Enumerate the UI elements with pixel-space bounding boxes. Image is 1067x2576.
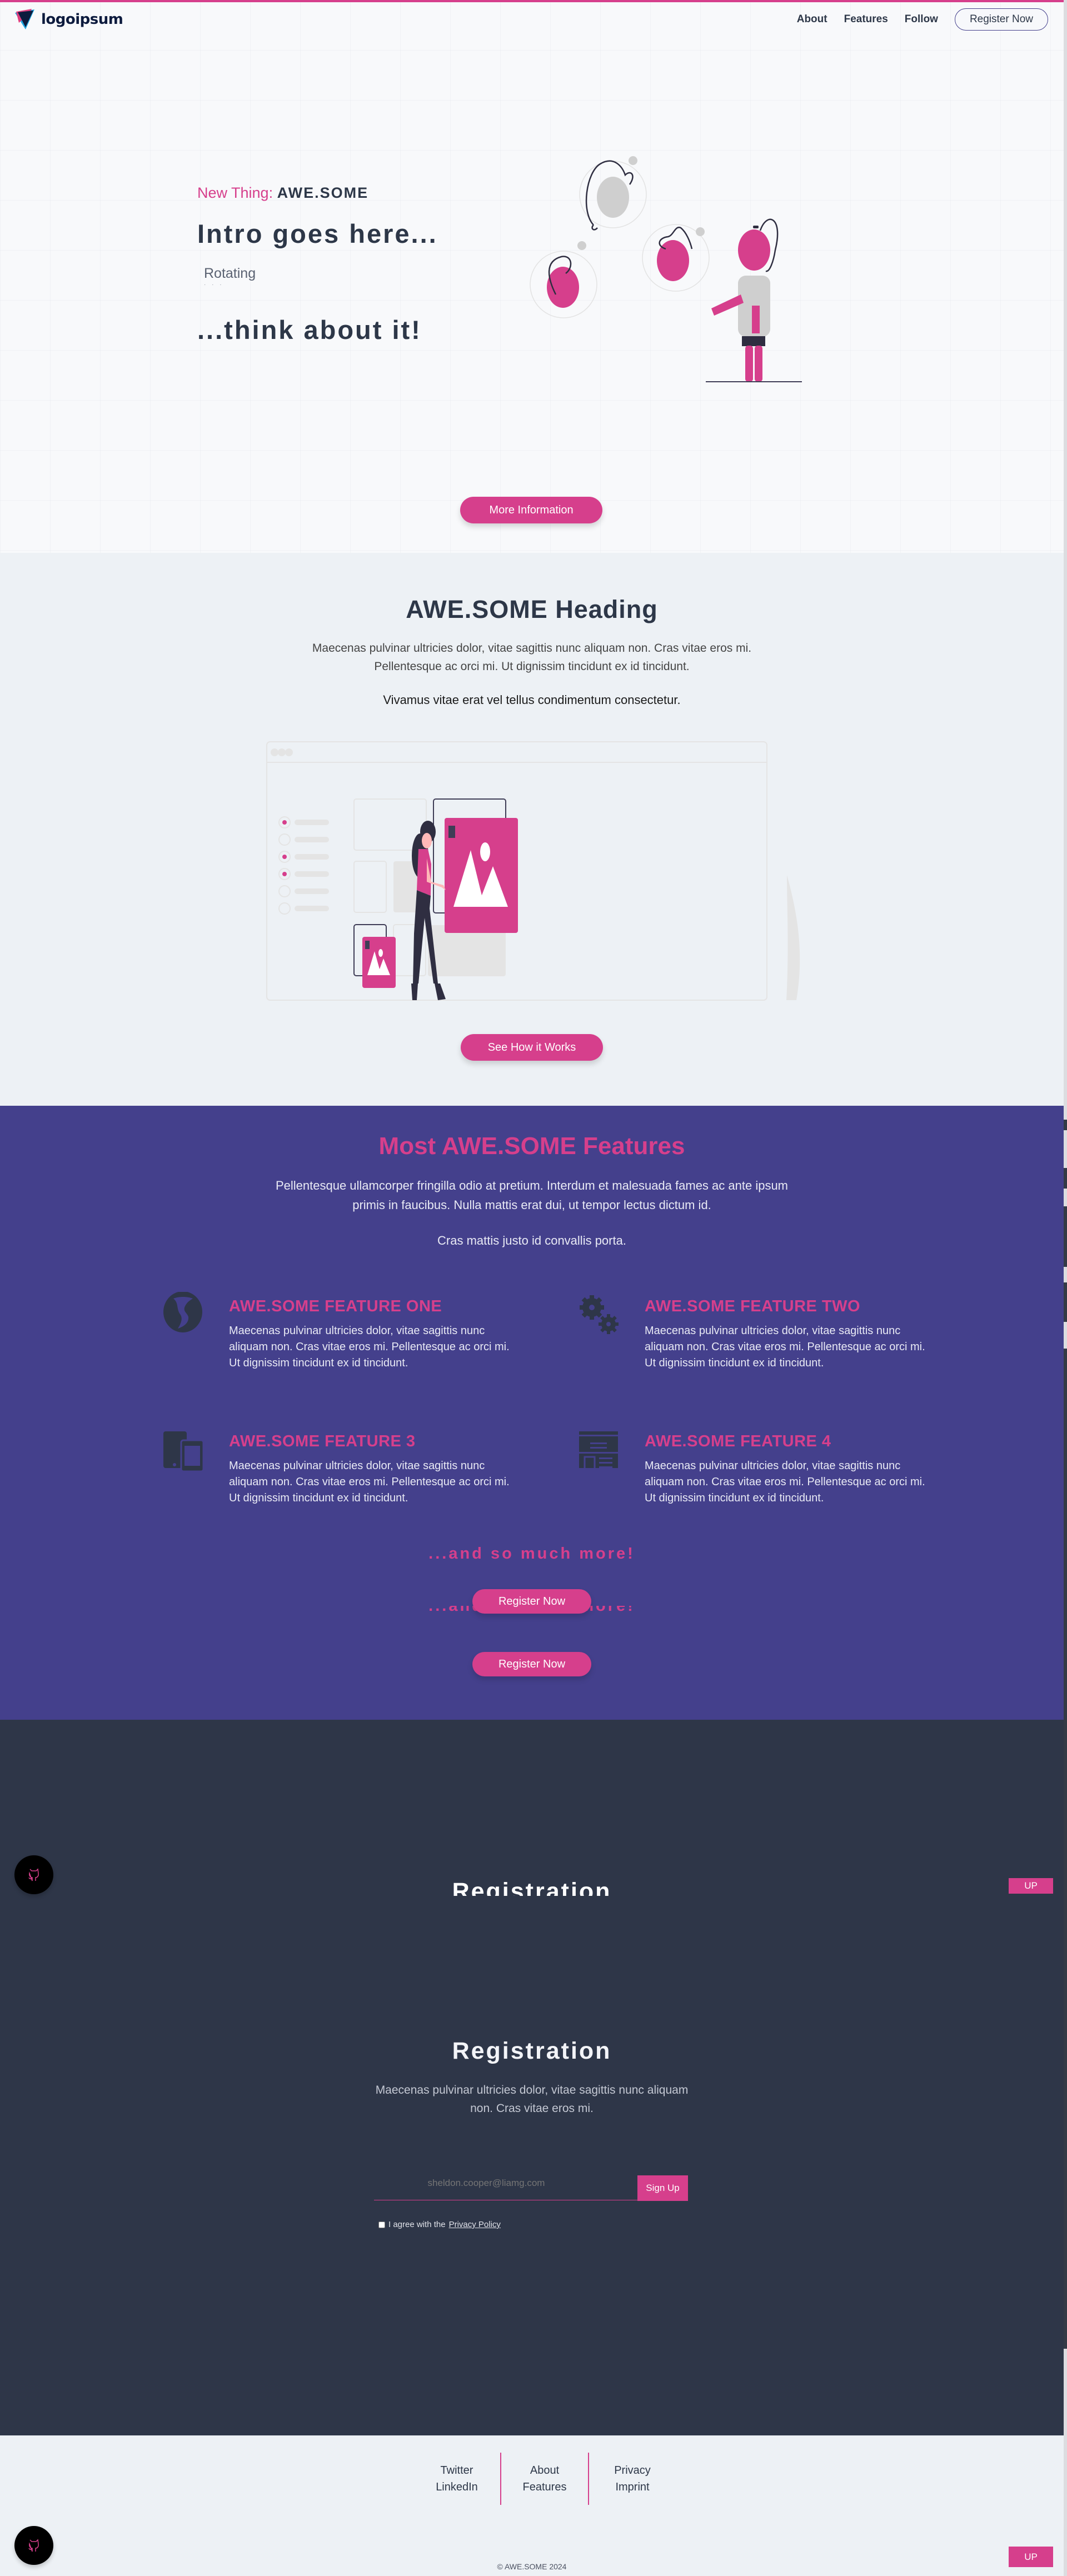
- intro-lead-line-2: Pellentesque ac orci mi. Ut dignissim ti…: [374, 660, 690, 673]
- registration-ghost-text: Registration: [452, 1878, 612, 1896]
- features-lead: Pellentesque ullamcorper fringilla odio …: [0, 1176, 1064, 1215]
- header-register-button[interactable]: Register Now: [954, 8, 1048, 31]
- nav-follow[interactable]: Follow: [905, 13, 938, 26]
- footer-column-site: About Features: [501, 2453, 588, 2505]
- footer-columns: Twitter LinkedIn About Features Privacy …: [413, 2453, 676, 2505]
- browser-illustration: [266, 741, 800, 1001]
- newspaper-icon: [579, 1431, 618, 1471]
- option-list: [278, 816, 329, 915]
- nav-features[interactable]: Features: [844, 13, 888, 26]
- registration-section: Registration Registration Maecenas pulvi…: [0, 1720, 1064, 2435]
- hero-text: New Thing: AWE.SOME Intro goes here... R…: [197, 184, 438, 345]
- rotating-text: Rotating: [204, 266, 256, 281]
- copyright: © AWE.SOME 2024: [497, 2562, 567, 2571]
- site-header: logoipsum About Features Follow Register…: [0, 2, 1064, 37]
- github-button[interactable]: [14, 1855, 53, 1894]
- registration-ghost-heading: Registration: [0, 1878, 1064, 1896]
- logo-text: logoipsum: [41, 11, 123, 28]
- rotating-dots: · · ·: [204, 282, 224, 288]
- features-sub: Cras mattis justo id convallis porta.: [437, 1234, 626, 1247]
- footer-link-privacy[interactable]: Privacy: [614, 2462, 651, 2479]
- site-footer: Twitter LinkedIn About Features Privacy …: [0, 2435, 1064, 2576]
- scroll-up-button[interactable]: UP: [1009, 1878, 1053, 1894]
- feature-text: Maecenas pulvinar ultricies dolor, vitae…: [645, 1460, 925, 1504]
- feature-title: AWE.SOME FEATURE TWO: [645, 1297, 861, 1315]
- hero-title: Intro goes here...: [197, 219, 438, 248]
- feature-text: Maecenas pulvinar ultricies dolor, vitae…: [229, 1460, 510, 1504]
- email-input[interactable]: [420, 2170, 642, 2196]
- feature-text: Maecenas pulvinar ultricies dolor, vitae…: [229, 1325, 510, 1369]
- sign-up-button[interactable]: Sign Up: [637, 2175, 688, 2201]
- register-now-button[interactable]: Register Now: [472, 1589, 591, 1614]
- register-now-button-secondary[interactable]: Register Now: [472, 1652, 591, 1676]
- intro-sub: Vivamus vitae erat vel tellus condimentu…: [383, 693, 681, 707]
- standing-person: [706, 218, 802, 382]
- see-how-it-works-button[interactable]: See How it Works: [461, 1034, 603, 1061]
- hero-eyebrow: New Thing: AWE.SOME: [197, 184, 438, 202]
- avatar-bubble-center: [642, 224, 710, 292]
- more-information-button[interactable]: More Information: [460, 497, 602, 523]
- registration-lead: Maecenas pulvinar ultricies dolor, vitae…: [0, 2081, 1064, 2118]
- nav-about[interactable]: About: [797, 13, 827, 26]
- large-image-card: [445, 818, 518, 933]
- footer-link-linkedin[interactable]: LinkedIn: [436, 2479, 478, 2495]
- avatar-bubble-left: [530, 241, 597, 318]
- hero-subtitle: ...think about it!: [197, 315, 422, 345]
- footer-column-legal: Privacy Imprint: [589, 2453, 676, 2505]
- footer-column-social: Twitter LinkedIn: [413, 2453, 500, 2505]
- hero-section: New Thing: AWE.SOME Intro goes here... R…: [0, 0, 1064, 553]
- features-heading: Most AWE.SOME Features: [378, 1132, 685, 1160]
- footer-link-twitter[interactable]: Twitter: [441, 2462, 473, 2479]
- feature-title: AWE.SOME FEATURE 3: [229, 1432, 416, 1450]
- feature-title: AWE.SOME FEATURE ONE: [229, 1297, 442, 1315]
- feature-text: Maecenas pulvinar ultricies dolor, vitae…: [645, 1325, 925, 1369]
- intro-lead: Maecenas pulvinar ultricies dolor, vitae…: [0, 639, 1064, 676]
- intro-heading: AWE.SOME Heading: [406, 595, 658, 623]
- registration-lead-line-1: Maecenas pulvinar ultricies dolor, vitae…: [375, 2084, 689, 2096]
- logo[interactable]: logoipsum: [13, 7, 123, 32]
- page: New Thing: AWE.SOME Intro goes here... R…: [0, 0, 1067, 2576]
- main-nav: About Features Follow Register Now: [797, 8, 1048, 31]
- intro-section: AWE.SOME Heading Maecenas pulvinar ultri…: [0, 553, 1064, 1106]
- features-section: Most AWE.SOME Features Pellentesque ulla…: [0, 1106, 1064, 1720]
- avatar-bubble-grey: [579, 156, 647, 231]
- eyebrow-brand: AWE.SOME: [277, 184, 369, 201]
- footer-link-imprint[interactable]: Imprint: [615, 2479, 649, 2495]
- privacy-agree: I agree with the Privacy Policy: [378, 2220, 501, 2229]
- gears-icon: [580, 1295, 619, 1334]
- hero-illustration: [530, 156, 802, 382]
- registration-lead-line-2: non. Cras vitae eros mi.: [470, 2102, 594, 2115]
- logo-icon: [15, 9, 34, 29]
- and-so-much-more-text: ...and so much more!: [428, 1545, 635, 1562]
- features-lead-line-2: primis in faucibus. Nulla mattis erat du…: [352, 1198, 711, 1212]
- github-icon: [28, 1868, 39, 1881]
- privacy-checkbox[interactable]: [378, 2221, 385, 2228]
- small-image-card: [362, 937, 396, 988]
- registration-heading: Registration: [452, 2038, 612, 2064]
- intro-lead-line-1: Maecenas pulvinar ultricies dolor, vitae…: [312, 642, 752, 655]
- features-lead-line-1: Pellentesque ullamcorper fringilla odio …: [275, 1179, 789, 1192]
- globe-icon: [163, 1292, 202, 1332]
- feature-title: AWE.SOME FEATURE 4: [645, 1432, 831, 1450]
- footer-link-features[interactable]: Features: [523, 2479, 567, 2495]
- github-button[interactable]: [14, 2526, 53, 2565]
- github-icon: [28, 2539, 39, 2552]
- eyebrow-prefix: New Thing:: [197, 184, 273, 201]
- scroll-up-button[interactable]: UP: [1009, 2547, 1053, 2567]
- scrollbar[interactable]: [1064, 0, 1067, 2576]
- devices-icon: [163, 1431, 205, 1471]
- agree-text: I agree with the: [388, 2220, 446, 2229]
- footer-link-about[interactable]: About: [530, 2462, 559, 2479]
- privacy-policy-link[interactable]: Privacy Policy: [449, 2220, 501, 2229]
